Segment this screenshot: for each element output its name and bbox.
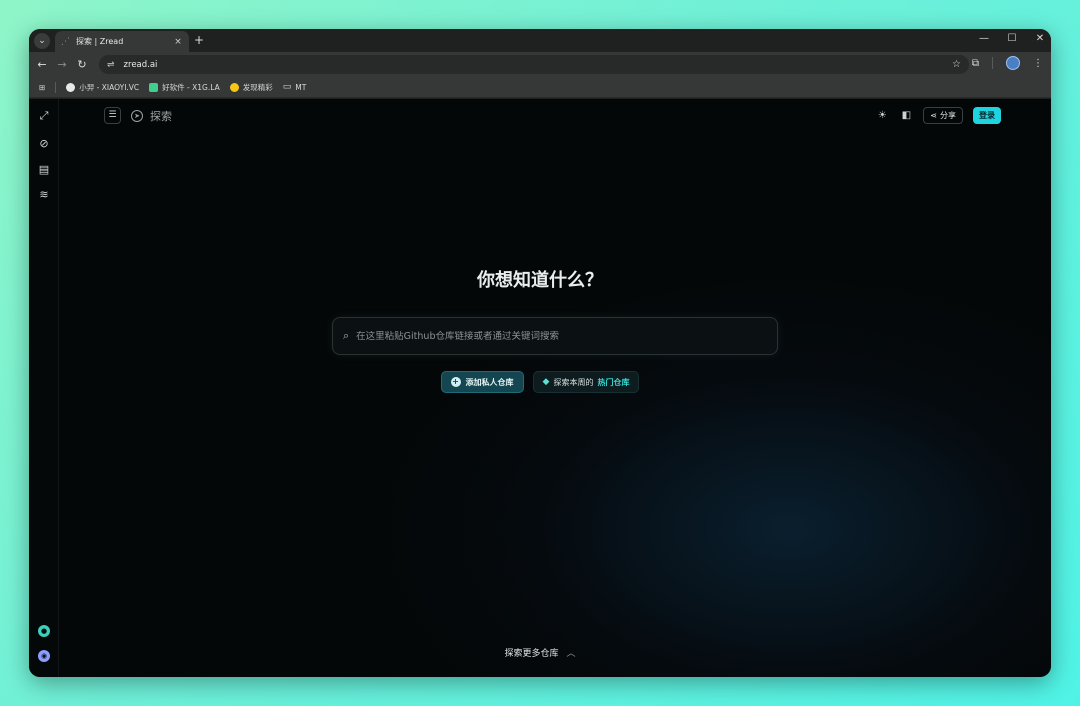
toolbar-right: ⧉ ⋮ xyxy=(972,56,1043,70)
site-info-icon[interactable]: ⇌ xyxy=(107,60,115,70)
cta-row: + 添加私人仓库 ◆ 探索本周的 热门仓库 xyxy=(29,371,1051,393)
tab-title: 探索 | Zread xyxy=(76,37,124,46)
address-bar[interactable]: ⇌ zread.ai ☆ xyxy=(99,55,969,74)
close-window-icon[interactable]: ✕ xyxy=(1035,33,1045,44)
browser-toolbar: ← → ↻ ⇌ zread.ai ☆ ⧉ ⋮ xyxy=(29,52,1051,77)
zread-logo-icon[interactable]: ⤢ xyxy=(37,109,51,123)
hero-title: 你想知道什么？ xyxy=(477,270,603,291)
back-icon[interactable]: ← xyxy=(32,58,52,71)
clipboard-icon[interactable]: ▤ xyxy=(37,163,51,177)
x1g-favicon-icon xyxy=(149,82,159,92)
bookmark-label: 发现精彩 xyxy=(242,82,273,92)
new-tab-button[interactable]: + xyxy=(194,33,204,47)
browser-window: ⌄ ⋰ 探索 | Zread × + — ☐ ✕ ← → ↻ ⇌ zread.a… xyxy=(29,29,1051,677)
bookmark-label: 小羿 - XIAOYI.VC xyxy=(79,82,140,92)
browser-menu-icon[interactable]: ⋮ xyxy=(1033,58,1043,69)
bookmark-label: MT xyxy=(295,82,307,92)
search-icon: ⌕ xyxy=(343,329,350,342)
explore-weekly-label: 探索本周的 xyxy=(553,377,594,387)
bookmark-folder-mt[interactable]: ▭ MT xyxy=(283,82,307,92)
url-text[interactable]: zread.ai xyxy=(124,60,952,70)
tab-search-icon[interactable]: ⌄ xyxy=(34,33,50,49)
menu-toggle-button[interactable]: ☰ xyxy=(104,107,121,124)
tab-strip: ⌄ ⋰ 探索 | Zread × + — ☐ ✕ xyxy=(29,29,1051,52)
zread-favicon-icon: ⋰ xyxy=(61,36,70,47)
chevron-up-icon: ︿ xyxy=(566,649,576,659)
apps-icon[interactable]: ⊞ xyxy=(39,83,45,92)
xiaoyi-favicon-icon xyxy=(66,82,76,92)
explore-hot-repos-button[interactable]: ◆ 探索本周的 热门仓库 xyxy=(532,371,640,393)
compass-icon: ➤ xyxy=(131,110,143,122)
translate-icon[interactable]: ◧ xyxy=(899,110,913,121)
minimize-icon[interactable]: — xyxy=(979,33,989,44)
book-icon: ◆ xyxy=(542,377,550,387)
bookmarks-bar: ⊞ 小羿 - XIAOYI.VC 好软件 - X1G.LA 发现精彩 ▭ MT xyxy=(29,77,1051,98)
bookmark-label: 好软件 - X1G.LA xyxy=(162,82,220,92)
explore-more-button[interactable]: 探索更多仓库 ︿ xyxy=(29,646,1051,659)
layers-icon[interactable]: ≋ xyxy=(37,188,51,202)
share-label: 分享 xyxy=(940,111,956,120)
tab-active[interactable]: ⋰ 探索 | Zread × xyxy=(55,31,189,52)
share-button[interactable]: ⋖ 分享 xyxy=(923,107,963,124)
plus-circle-icon: + xyxy=(450,377,461,387)
discover-favicon-icon xyxy=(229,82,239,92)
login-button[interactable]: 登录 xyxy=(973,107,1001,124)
forward-icon[interactable]: → xyxy=(52,58,72,71)
page-content: ⤢ ⊘ ▤ ≋ ● ◉ ☰ ➤ 探索 ☀ ◧ ⋖ 分享 登录 你想知道什么？ ⌕ xyxy=(29,99,1051,677)
theme-toggle-icon[interactable]: ☀ xyxy=(875,110,889,121)
bookmark-xiaoyi[interactable]: 小羿 - XIAOYI.VC xyxy=(66,82,139,93)
hot-repos-link[interactable]: 热门仓库 xyxy=(597,377,629,388)
bookmarks-divider xyxy=(55,81,57,93)
bookmark-star-icon[interactable]: ☆ xyxy=(952,59,961,70)
add-private-repo-label: 添加私人仓库 xyxy=(465,377,514,387)
search-box[interactable]: ⌕ xyxy=(332,317,778,355)
folder-icon: ▭ xyxy=(282,82,292,92)
page-heading: ➤ 探索 xyxy=(131,108,172,124)
tab-close-icon[interactable]: × xyxy=(173,37,183,47)
window-controls: — ☐ ✕ xyxy=(979,33,1045,44)
add-private-repo-button[interactable]: + 添加私人仓库 xyxy=(440,371,524,393)
extensions-icon[interactable]: ⧉ xyxy=(972,58,979,69)
share-icon: ⋖ xyxy=(930,111,937,120)
explore-compass-icon[interactable]: ⊘ xyxy=(37,137,51,151)
wechat-icon[interactable]: ● xyxy=(38,625,50,637)
bookmark-x1g[interactable]: 好软件 - X1G.LA xyxy=(149,82,220,93)
reload-icon[interactable]: ↻ xyxy=(72,58,92,71)
page-title: 探索 xyxy=(150,110,172,123)
profile-avatar-icon[interactable] xyxy=(1006,56,1020,70)
toolbar-divider xyxy=(992,57,993,69)
explore-more-label: 探索更多仓库 xyxy=(504,649,559,659)
maximize-icon[interactable]: ☐ xyxy=(1007,33,1017,44)
bookmark-discover[interactable]: 发现精彩 xyxy=(229,82,273,93)
header-actions: ☀ ◧ ⋖ 分享 登录 xyxy=(875,107,1001,124)
search-input[interactable] xyxy=(356,330,767,342)
